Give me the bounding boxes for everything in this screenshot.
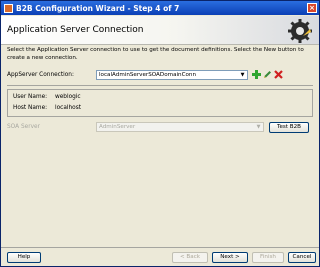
appserver-connection-value: localAdminServerSOADomainConn bbox=[99, 72, 197, 78]
plus-icon[interactable] bbox=[252, 70, 261, 79]
description-text: Select the Application Server connection… bbox=[7, 47, 304, 61]
window-title: B2B Configuration Wizard - Step 4 of 7 bbox=[16, 3, 180, 13]
appserver-connection-select[interactable]: localAdminServerSOADomainConn ▼ bbox=[96, 70, 248, 80]
chevron-down-icon[interactable]: ▼ bbox=[254, 123, 263, 131]
user-name-label: User Name: bbox=[13, 94, 48, 100]
help-button[interactable]: Help bbox=[7, 252, 41, 263]
soa-server-value: AdminServer bbox=[99, 124, 136, 130]
soa-server-label: SOA Server bbox=[7, 124, 40, 130]
divider bbox=[7, 85, 313, 86]
title-bar: B2B Configuration Wizard - Step 4 of 7 × bbox=[1, 1, 319, 15]
wizard-header: Application Server Connection bbox=[1, 16, 319, 45]
pencil-icon[interactable] bbox=[263, 70, 272, 79]
footer-divider bbox=[1, 247, 319, 248]
host-name-value: localhost bbox=[55, 105, 82, 111]
wizard-gear-icon bbox=[288, 19, 312, 43]
soa-server-select[interactable]: AdminServer ▼ bbox=[96, 122, 264, 132]
x-icon[interactable] bbox=[274, 70, 283, 79]
cancel-button[interactable]: Cancel bbox=[288, 252, 316, 263]
wizard-window: B2B Configuration Wizard - Step 4 of 7 ×… bbox=[0, 0, 320, 267]
back-button[interactable]: < Back bbox=[172, 252, 208, 263]
user-name-value: weblogic bbox=[55, 94, 81, 100]
appserver-label: AppServer Connection: bbox=[7, 72, 74, 78]
next-button[interactable]: Next > bbox=[212, 252, 248, 263]
close-button[interactable]: × bbox=[307, 3, 317, 13]
app-icon bbox=[4, 3, 13, 13]
finish-button[interactable]: Finish bbox=[252, 252, 284, 263]
page-title: Application Server Connection bbox=[7, 25, 144, 35]
test-b2b-button[interactable]: Test B2B bbox=[269, 122, 309, 133]
chevron-down-icon[interactable]: ▼ bbox=[238, 71, 247, 79]
connection-info-box: User Name: weblogic Host Name: localhost bbox=[7, 89, 313, 117]
host-name-label: Host Name: bbox=[13, 105, 48, 111]
